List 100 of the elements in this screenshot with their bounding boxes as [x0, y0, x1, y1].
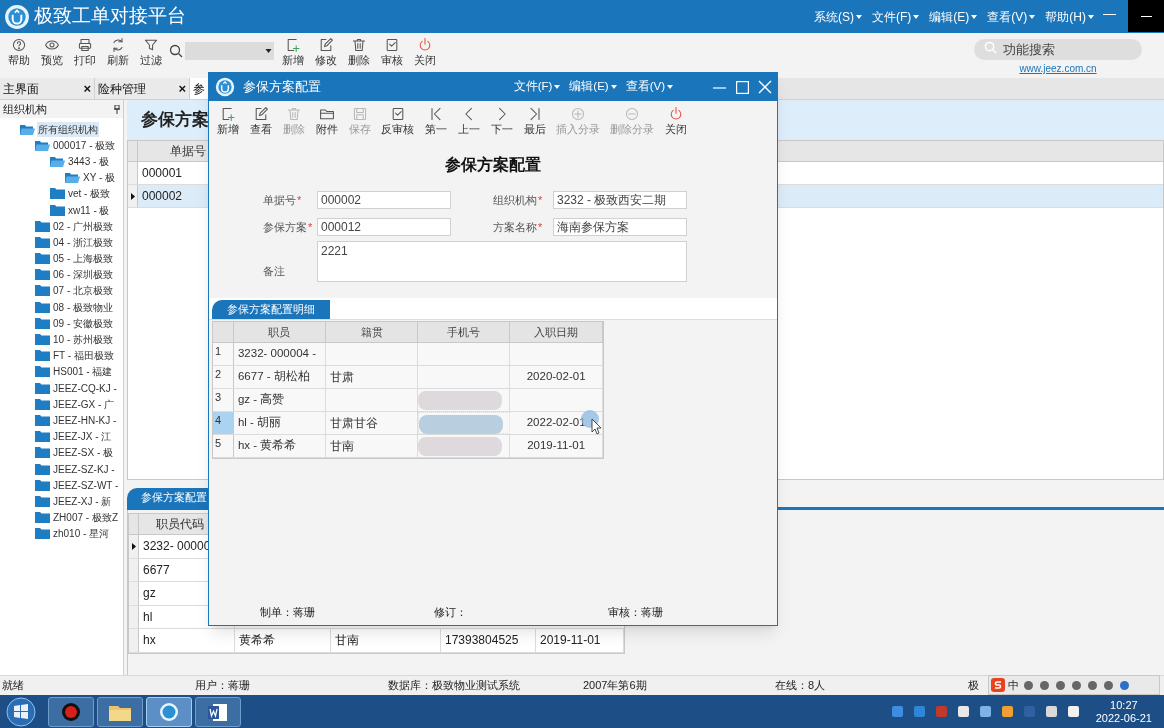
- folder-icon: [35, 414, 50, 426]
- tree-item[interactable]: 10 - 苏州极致: [0, 331, 123, 348]
- menu-item[interactable]: 文件(F): [513, 78, 561, 96]
- toolbar-button[interactable]: 刷新: [101, 37, 134, 67]
- column-header[interactable]: 手机号: [418, 322, 511, 342]
- row-number[interactable]: 2: [213, 366, 234, 388]
- app-logo-icon: [4, 3, 30, 30]
- toolbar-button[interactable]: 打印: [68, 37, 101, 67]
- toolbar-button[interactable]: 帮助: [2, 37, 35, 67]
- toolbar-button[interactable]: 上一: [452, 106, 485, 136]
- tree-item[interactable]: HS001 - 福建: [0, 363, 123, 380]
- tree-item[interactable]: 05 - 上海极致: [0, 250, 123, 267]
- tree-item[interactable]: XY - 极: [0, 169, 123, 186]
- tree-item[interactable]: FT - 福田极致: [0, 347, 123, 364]
- toolbar-button[interactable]: 过滤: [134, 37, 167, 67]
- page-heading: 参保方案: [141, 109, 209, 132]
- taskbar-button[interactable]: [195, 696, 241, 727]
- column-header[interactable]: 职员: [233, 322, 326, 342]
- toolbar-button[interactable]: 新增: [211, 106, 244, 136]
- toolbar-button[interactable]: 删除: [342, 37, 375, 67]
- taskbar-button[interactable]: [97, 696, 143, 727]
- pin-icon[interactable]: [114, 104, 120, 114]
- close-icon[interactable]: [758, 80, 772, 94]
- tree-item[interactable]: JEEZ-SZ-KJ -: [0, 460, 123, 478]
- tab[interactable]: 主界面 ×: [0, 78, 95, 99]
- caret-icon: [971, 14, 978, 19]
- table-cell-text: gz - 高赞: [237, 392, 285, 408]
- minimize-icon[interactable]: [1140, 15, 1152, 17]
- tree-item[interactable]: ZH007 - 极致Z: [0, 509, 123, 526]
- minus-circle-icon: [624, 106, 640, 122]
- input-field[interactable]: 3232 - 极致西安二期: [553, 191, 687, 209]
- toolbar-button[interactable]: 附件: [310, 106, 343, 136]
- tree-item[interactable]: 09 - 安徽极致: [0, 315, 123, 332]
- maximize-icon[interactable]: [736, 80, 749, 94]
- toolbar-button[interactable]: 关闭: [659, 106, 692, 136]
- menu-item[interactable]: 帮助(H): [1045, 7, 1094, 26]
- menu-item[interactable]: 系统(S): [814, 7, 862, 26]
- tree-item[interactable]: JEEZ-HN-KJ -: [0, 412, 123, 429]
- tree-item[interactable]: JEEZ-CQ-KJ -: [0, 380, 123, 397]
- ime-mode-button[interactable]: 中: [1008, 676, 1019, 694]
- toolbar-button[interactable]: 审核: [375, 37, 408, 67]
- menu-item[interactable]: 编辑(E): [929, 7, 978, 26]
- tree-item[interactable]: 所有组织机构: [0, 121, 123, 138]
- input-field[interactable]: 000012: [317, 218, 451, 236]
- tree-item[interactable]: JEEZ-JX - 江: [0, 428, 123, 445]
- menu-item[interactable]: 文件(F): [872, 7, 920, 26]
- tree-item[interactable]: vet - 极致: [0, 185, 123, 202]
- tree-item[interactable]: JEEZ-SZ-WT -: [0, 477, 123, 494]
- input-field[interactable]: 000002: [317, 191, 451, 209]
- tree-item[interactable]: 3443 - 极: [0, 153, 123, 170]
- toolbar-button[interactable]: 反审核: [376, 106, 419, 136]
- menu-item[interactable]: 查看(V): [625, 78, 673, 96]
- taskbar-button[interactable]: [146, 696, 192, 727]
- eye-icon: [43, 37, 60, 53]
- menu-item[interactable]: 查看(V): [987, 7, 1036, 26]
- tree-item[interactable]: JEEZ-XJ - 新: [0, 493, 123, 510]
- tree-item[interactable]: JEEZ-SX - 极: [0, 444, 123, 461]
- folder-icon: [35, 495, 50, 507]
- tree-item[interactable]: 07 - 北京极致: [0, 282, 123, 300]
- tree-item[interactable]: zh010 - 星河: [0, 525, 123, 542]
- input-method-icon[interactable]: [991, 678, 1005, 692]
- tree-item[interactable]: 08 - 极致物业: [0, 299, 123, 316]
- detail-tab[interactable]: 参保方案配置明细: [212, 300, 330, 319]
- toolbar-button[interactable]: 最后: [518, 106, 551, 136]
- toolbar-button[interactable]: 修改: [309, 37, 342, 67]
- row-indicator[interactable]: [128, 185, 138, 207]
- clock[interactable]: 10:27 2022-06-21: [1095, 698, 1152, 725]
- table-cell-text: 6677 - 胡松柏: [237, 369, 310, 385]
- row-indicator[interactable]: [129, 535, 139, 558]
- input-field[interactable]: 海南参保方案: [553, 218, 687, 236]
- tree-item[interactable]: JEEZ-GX - 广: [0, 396, 123, 413]
- tree-item[interactable]: 04 - 浙江极致: [0, 234, 123, 251]
- notes-field[interactable]: 2221: [317, 241, 687, 282]
- panel-title: 组织机构: [3, 101, 47, 117]
- row-number[interactable]: 3: [213, 389, 234, 411]
- tab[interactable]: 险种管理 ×: [95, 78, 190, 99]
- website-link[interactable]: www.jeez.com.cn: [1019, 61, 1097, 76]
- table-cell: 2019-11-01: [536, 629, 624, 652]
- column-header[interactable]: 籍贯: [325, 322, 419, 342]
- taskbar-button[interactable]: [48, 696, 94, 727]
- row-number[interactable]: 4: [213, 412, 234, 434]
- row-number[interactable]: 5: [213, 435, 234, 457]
- tree-item[interactable]: 06 - 深圳极致: [0, 266, 123, 283]
- close-icon[interactable]: ×: [83, 78, 91, 99]
- menu-item[interactable]: 编辑(E): [569, 78, 617, 96]
- toolbar-button[interactable]: 下一: [485, 106, 518, 136]
- start-button[interactable]: [6, 696, 36, 727]
- column-header[interactable]: 入职日期: [510, 322, 603, 342]
- tree-item[interactable]: 02 - 广州极致: [0, 218, 123, 235]
- dropdown-caret-icon[interactable]: [265, 49, 272, 53]
- close-icon[interactable]: ×: [178, 78, 186, 99]
- toolbar-button[interactable]: 查看: [244, 106, 277, 136]
- row-number[interactable]: 1: [213, 343, 234, 365]
- function-search-field[interactable]: 功能搜索: [974, 39, 1142, 60]
- toolbar-button[interactable]: 关闭: [408, 37, 441, 67]
- toolbar-button[interactable]: 第一: [419, 106, 452, 136]
- toolbar-button[interactable]: 新增: [276, 37, 309, 67]
- tree-item[interactable]: 000017 - 极致: [0, 137, 123, 154]
- tree-item[interactable]: xw11 - 极: [0, 201, 123, 219]
- toolbar-button[interactable]: 预览: [35, 37, 68, 67]
